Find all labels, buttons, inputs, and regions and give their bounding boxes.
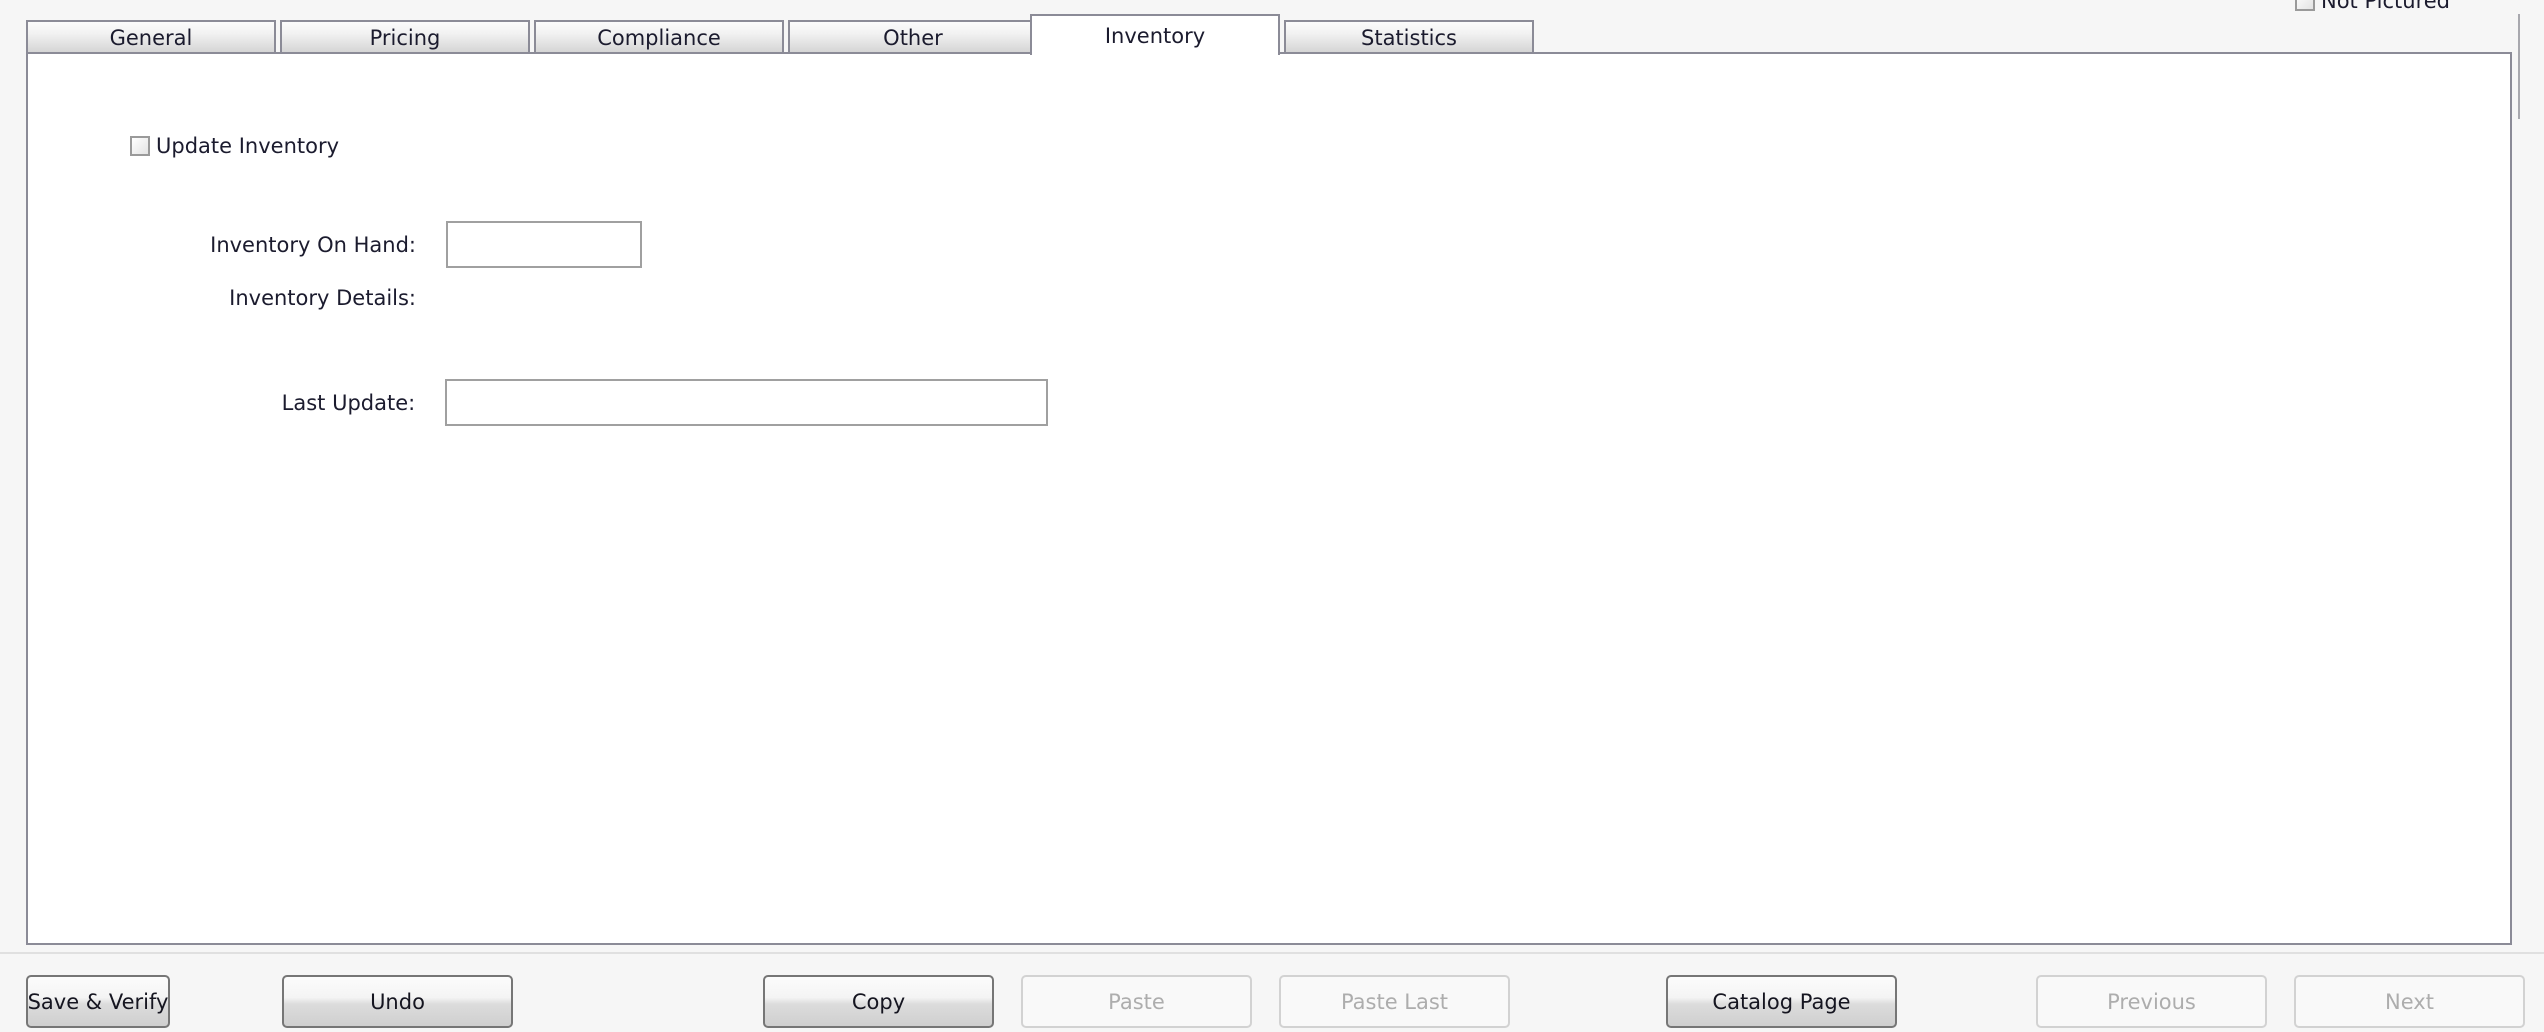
next-button: Next [2294,975,2525,1028]
last-update-input[interactable] [445,379,1048,426]
save-verify-button[interactable]: Save & Verify [26,975,170,1028]
button-label: Next [2385,989,2434,1014]
button-label: Copy [851,989,906,1014]
button-label: Save & Verify [27,989,169,1014]
tab-strip: General Pricing Compliance Other Inventory St… [26,14,2512,55]
tab-statistics[interactable]: Statistics [1284,20,1534,54]
tab-label: Other [883,26,943,50]
catalog-page-button[interactable]: Catalog Page [1666,975,1897,1028]
update-inventory-checkbox[interactable] [130,136,150,156]
paste-button: Paste [1021,975,1252,1028]
update-inventory-row[interactable]: Update Inventory [130,134,339,158]
tab-label: Pricing [369,26,441,50]
tab-label: Statistics [1361,26,1457,50]
right-divider [2518,14,2520,119]
tab-other[interactable]: Other [788,20,1038,54]
copy-button[interactable]: Copy [763,975,994,1028]
tab-general[interactable]: General [26,20,276,54]
tab-inventory[interactable]: Inventory [1030,14,1280,55]
button-label: Paste Last [1340,989,1449,1014]
last-update-row: Last Update: [28,379,1048,426]
paste-last-button: Paste Last [1279,975,1510,1028]
inventory-on-hand-row: Inventory On Hand: [28,221,648,268]
inventory-on-hand-label: Inventory On Hand: [210,232,416,257]
button-bar-separator [0,952,2544,954]
tab-label: Compliance [597,26,721,50]
undo-button[interactable]: Undo [282,975,513,1028]
tab-pricing[interactable]: Pricing [280,20,530,54]
inventory-on-hand-input[interactable] [446,221,642,268]
not-pictured-label: Not Pictured [2320,0,2450,13]
previous-button: Previous [2036,975,2267,1028]
inventory-tab-panel: Update Inventory Inventory On Hand: Inve… [26,52,2512,945]
button-label: Paste [1108,989,1165,1014]
button-label: Previous [2107,989,2196,1014]
button-label: Undo [370,989,425,1014]
update-inventory-label: Update Inventory [156,134,340,158]
last-update-label: Last Update: [281,390,416,415]
inventory-details-label: Inventory Details: [229,286,416,310]
inventory-details-row: Inventory Details: [28,286,648,310]
bottom-button-bar: Save & Verify Undo Copy Paste Paste Last Cata… [0,952,2544,1032]
top-clipped-bar: Not Pictured [0,0,2544,14]
button-label: Catalog Page [1712,989,1851,1014]
tab-label: Inventory [1104,23,1206,48]
not-pictured-checkbox[interactable] [2294,0,2315,11]
tab-compliance[interactable]: Compliance [534,20,784,54]
tab-label: General [109,26,193,50]
not-pictured-checkbox-row[interactable]: Not Pictured [2294,0,2450,13]
